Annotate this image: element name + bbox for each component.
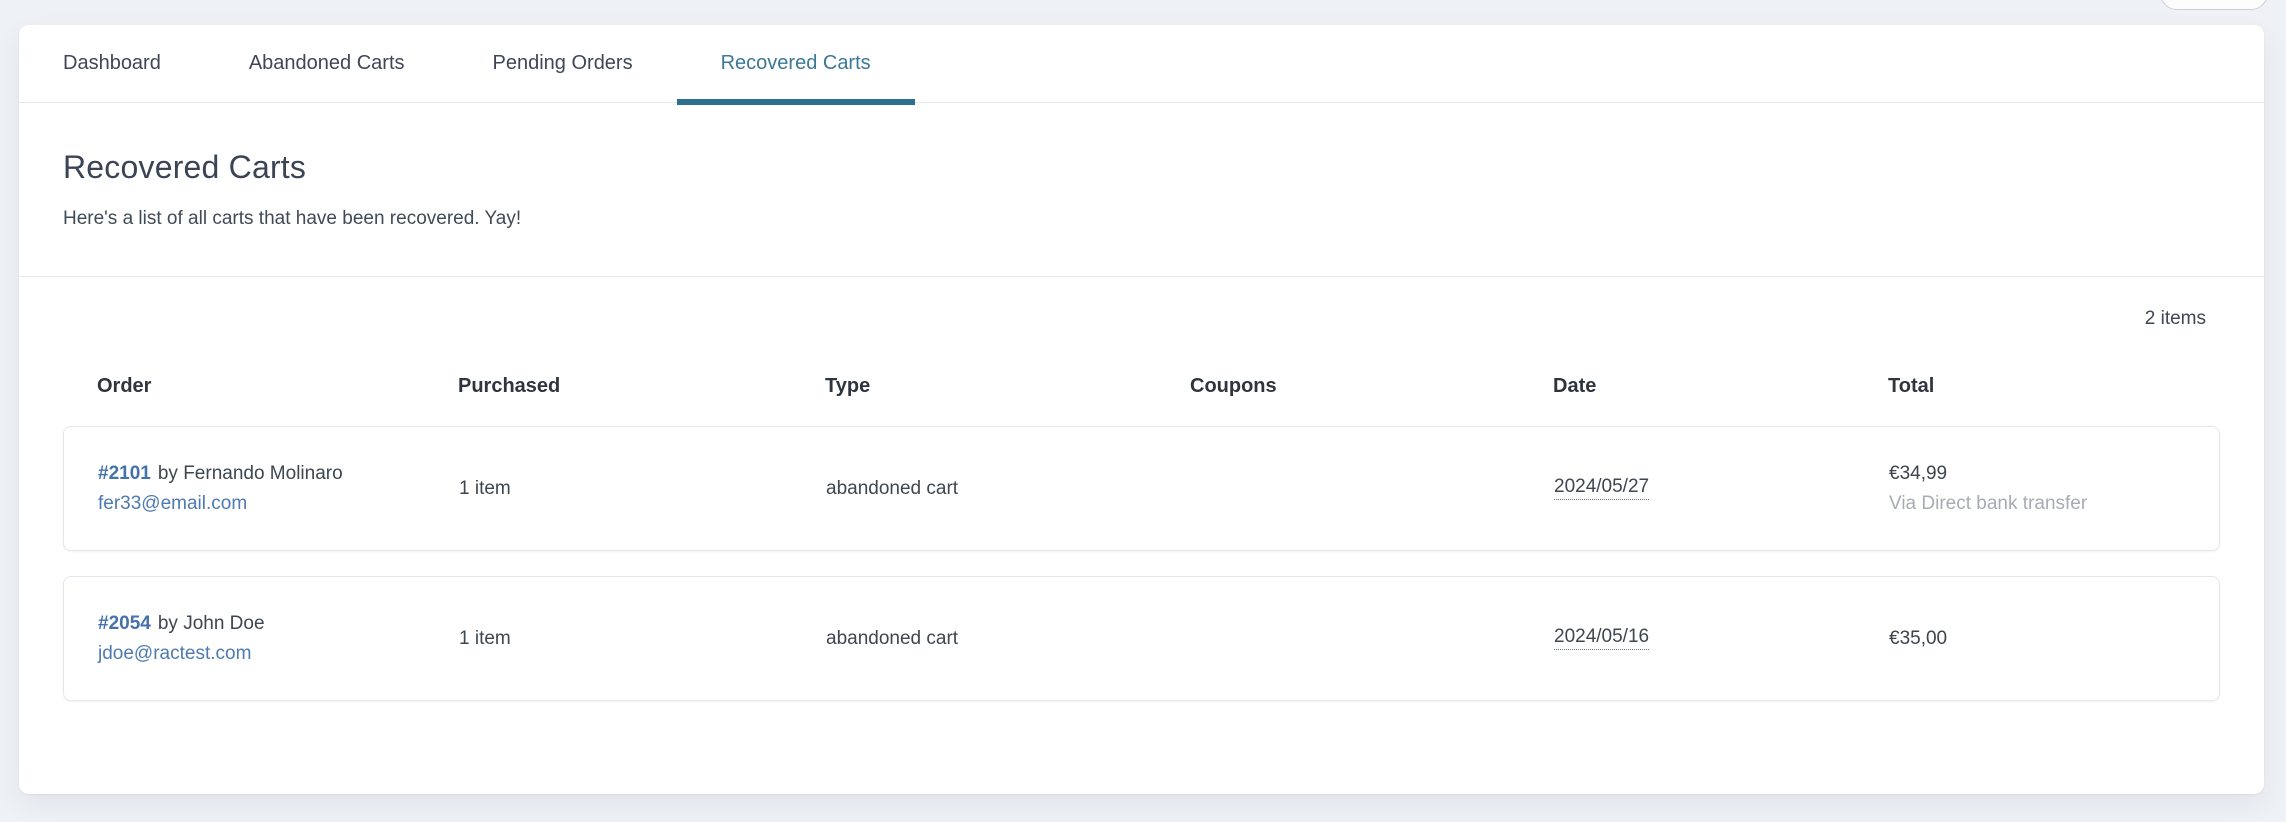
page-title: Recovered Carts <box>63 149 2220 186</box>
column-header-coupons: Coupons <box>1190 376 1553 396</box>
tab-pending-orders[interactable]: Pending Orders <box>449 25 677 102</box>
type-cell: abandoned cart <box>826 427 1191 550</box>
page-header: Recovered Carts Here's a list of all car… <box>19 103 2264 277</box>
total-cell: €35,00 <box>1889 577 2219 700</box>
column-header-total: Total <box>1888 376 2220 396</box>
column-header-purchased: Purchased <box>458 376 825 396</box>
date-value: 2024/05/16 <box>1554 627 1649 650</box>
order-customer: by John Doe <box>158 614 265 634</box>
type-cell: abandoned cart <box>826 577 1191 700</box>
tab-bar: Dashboard Abandoned Carts Pending Orders… <box>19 25 2264 103</box>
purchased-cell: 1 item <box>459 427 826 550</box>
coupons-cell <box>1191 427 1554 550</box>
main-card: Dashboard Abandoned Carts Pending Orders… <box>19 25 2264 794</box>
tab-abandoned-carts[interactable]: Abandoned Carts <box>205 25 449 102</box>
recovered-carts-table: 2 items Order Purchased Type Coupons Dat… <box>19 277 2264 701</box>
total-value: €34,99 <box>1889 464 1947 484</box>
column-header-date: Date <box>1553 376 1888 396</box>
coupons-cell <box>1191 577 1554 700</box>
table-row: #2054 by John Doe jdoe@ractest.com 1 ite… <box>63 576 2220 701</box>
customer-email-link[interactable]: jdoe@ractest.com <box>98 644 251 664</box>
type-value: abandoned cart <box>826 479 958 499</box>
purchased-value: 1 item <box>459 479 511 499</box>
table-row: #2101 by Fernando Molinaro fer33@email.c… <box>63 426 2220 551</box>
date-cell: 2024/05/16 <box>1554 577 1889 700</box>
total-cell: €34,99 Via Direct bank transfer <box>1889 427 2219 550</box>
items-count: 2 items <box>63 309 2206 328</box>
payment-method: Via Direct bank transfer <box>1889 494 2087 514</box>
partial-top-button[interactable] <box>2160 0 2268 10</box>
order-line: #2054 by John Doe <box>98 614 265 634</box>
order-link[interactable]: #2054 <box>98 614 151 634</box>
page-description: Here's a list of all carts that have bee… <box>63 208 2220 230</box>
order-link[interactable]: #2101 <box>98 464 151 484</box>
order-customer: by Fernando Molinaro <box>158 464 343 484</box>
purchased-cell: 1 item <box>459 577 826 700</box>
order-line: #2101 by Fernando Molinaro <box>98 464 343 484</box>
purchased-value: 1 item <box>459 629 511 649</box>
tab-recovered-carts[interactable]: Recovered Carts <box>677 25 915 102</box>
tab-dashboard[interactable]: Dashboard <box>19 25 205 102</box>
column-header-type: Type <box>825 376 1190 396</box>
date-value: 2024/05/27 <box>1554 477 1649 500</box>
type-value: abandoned cart <box>826 629 958 649</box>
order-cell: #2101 by Fernando Molinaro fer33@email.c… <box>98 427 459 550</box>
total-value: €35,00 <box>1889 629 1947 649</box>
date-cell: 2024/05/27 <box>1554 427 1889 550</box>
column-header-order: Order <box>97 376 458 396</box>
order-cell: #2054 by John Doe jdoe@ractest.com <box>98 577 459 700</box>
table-header-row: Order Purchased Type Coupons Date Total <box>63 376 2220 396</box>
customer-email-link[interactable]: fer33@email.com <box>98 494 247 514</box>
